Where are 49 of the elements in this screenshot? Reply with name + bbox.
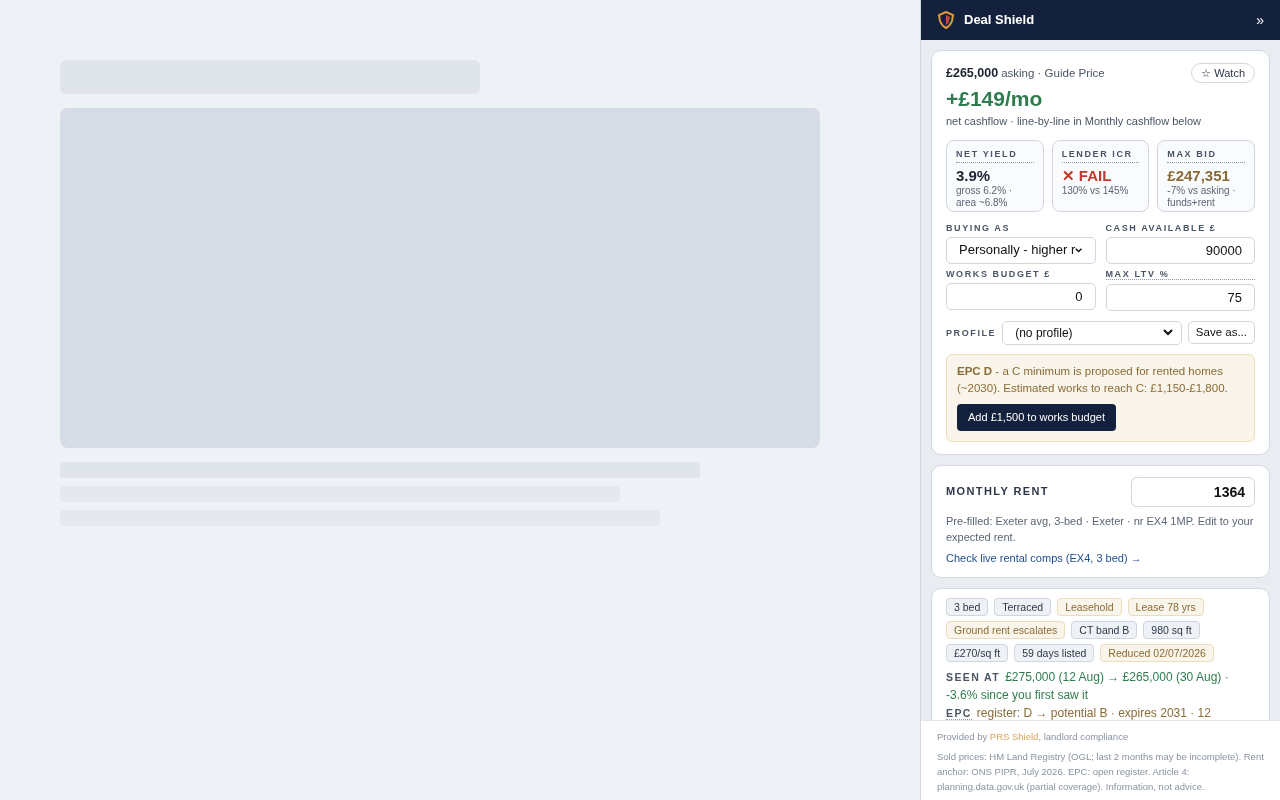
rental-comps-link[interactable]: Check live rental comps (EX4, 3 bed) → — [946, 549, 1255, 566]
panel-title: Deal Shield — [964, 11, 1035, 30]
tag: 59 days listed — [1014, 644, 1095, 662]
epc-notice-text: EPC D - a C minimum is proposed for rented homes (~2030). Estimated works to reach C: £1,150-£1,800. — [957, 363, 1229, 396]
metric-value: 3.9% — [956, 166, 992, 185]
number-field[interactable]: 0 — [946, 282, 1096, 310]
cashflow-value: +£149/mo — [946, 86, 1044, 112]
tag: Ground rent escalates — [946, 621, 1066, 639]
field-label: WORKS BUDGET £ — [946, 268, 1052, 279]
rent-label: MONTHLY RENT — [946, 484, 1049, 500]
tag: 980 sq ft — [1143, 621, 1200, 639]
asking-price: £265,000 — [946, 65, 999, 80]
cashflow-note: net cashflow · line-by-line in Monthly cashflow below — [946, 114, 1202, 129]
tag: Reduced 02/07/2026 — [1100, 644, 1214, 662]
collapse-button[interactable]: » — [1256, 13, 1264, 27]
save-as-button[interactable]: Save as... — [1187, 321, 1255, 344]
sources-note: Sold prices: HM Land Registry (OGL; last 2 months may be incomplete). Rent anchor: ONS PIPR, July 2026. EPC: open register. Article 4: planning.data.gov.uk (partial coverage). Information, not advice. — [937, 750, 1264, 795]
chevron-icon — [1075, 246, 1083, 254]
rent-field[interactable]: 1364 — [1131, 476, 1255, 507]
buying-as-select[interactable]: Personally - higher r — [946, 236, 1096, 264]
metric-note: -7% vs asking · funds+rent — [1167, 185, 1237, 208]
tag: Terraced — [994, 598, 1052, 616]
tag: £270/sq ft — [946, 644, 1009, 662]
metric-note: gross 6.2% · area ~6.8% — [956, 185, 1014, 208]
field-label: BUYING AS — [946, 222, 1012, 233]
profile-select[interactable]: (no profile) — [1002, 320, 1182, 345]
field-label: MAX LTV % — [1105, 268, 1255, 280]
tag: 3 bed — [946, 598, 989, 616]
profile-label: PROFILE — [946, 327, 997, 338]
number-field[interactable]: 90000 — [1105, 236, 1255, 264]
metric-value: £247,351 — [1167, 166, 1231, 185]
tag: CT band B — [1071, 621, 1138, 639]
chevron-icon — [1162, 329, 1173, 336]
metric-note: 130% vs 145% — [1061, 185, 1130, 197]
tag: Leasehold — [1057, 598, 1122, 616]
rent-note: Pre-filled: Exeter avg, 3-bed · Exeter · nr EX4 1MP. Edit to your expected rent. — [946, 513, 1255, 545]
tag: Lease 78 yrs — [1127, 598, 1204, 616]
field-label: CASH AVAILABLE £ — [1105, 222, 1218, 233]
add-to-budget-button[interactable]: Add £1,500 to works budget — [957, 403, 1116, 431]
metric-label: LENDER ICR — [1061, 147, 1140, 163]
metric-label: MAX BID — [1167, 147, 1245, 163]
metric-label: NET YIELD — [956, 147, 1034, 163]
watch-button[interactable]: ☆ Watch — [1191, 63, 1255, 83]
metric-value: ✕ FAIL — [1061, 166, 1113, 185]
provider-note: Provided by PRS Shield, landlord compliance — [937, 730, 1130, 744]
number-field[interactable]: 75 — [1105, 283, 1255, 311]
shield-icon — [937, 11, 955, 29]
price-label: asking · Guide Price — [1001, 66, 1105, 79]
fact-line: SEEN AT £275,000 (12 Aug) → £265,000 (30 Aug) · -3.6% since you first saw it — [946, 669, 1230, 704]
